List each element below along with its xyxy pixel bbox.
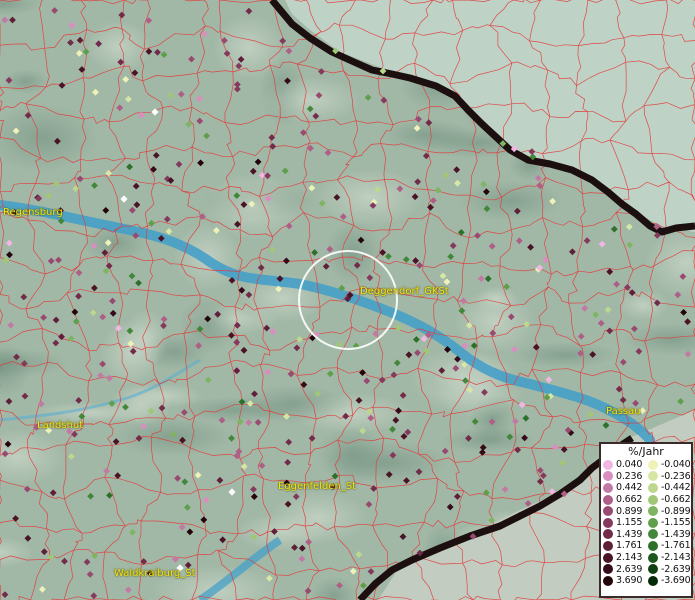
legend-entry: 2.143 — [601, 552, 646, 564]
legend-negative-column: -0.040 -0.236 -0.442 -0.662 -0.899 -1.155 -1.4… — [646, 459, 691, 587]
legend-value: -0.236 — [661, 470, 691, 482]
legend-swatch — [603, 517, 613, 528]
legend-value: 0.040 — [616, 459, 643, 471]
legend-value: -3.690 — [661, 575, 691, 587]
legend-entry: -2.639 — [646, 563, 691, 575]
legend-swatch — [648, 459, 658, 470]
city-label-regensburg[interactable]: Regensburg — [3, 207, 63, 218]
legend-entry: 0.899 — [601, 505, 646, 517]
terrain-shading — [86, 20, 151, 73]
city-label-deggendorf[interactable]: Deggendorf_GKSt — [360, 286, 449, 297]
legend-value: 3.690 — [616, 575, 643, 587]
terrain-shading — [213, 15, 285, 80]
legend-swatch — [603, 575, 613, 586]
legend-swatch — [603, 552, 613, 563]
legend-value: 1.155 — [616, 517, 643, 529]
legend-swatch — [648, 552, 658, 563]
legend-swatch — [648, 540, 658, 551]
legend-entry: 1.761 — [601, 540, 646, 552]
legend-entry: 2.639 — [601, 563, 646, 575]
legend-swatch — [603, 471, 613, 482]
terrain-shading — [204, 173, 304, 240]
legend-entry: 0.442 — [601, 482, 646, 494]
terrain-shading — [236, 513, 327, 551]
legend-unit: %/Jahr — [628, 445, 664, 458]
map-legend: %/Jahr 0.040 0.236 0.442 0.662 0.899 1.155 1.4… — [599, 442, 693, 598]
legend-swatch — [648, 575, 658, 586]
legend-value: -2.143 — [661, 552, 691, 564]
city-label-eggenfelden[interactable]: Eggenfelden_St — [278, 481, 356, 492]
legend-value: 0.236 — [616, 470, 643, 482]
legend-swatch — [603, 482, 613, 493]
legend-value: 2.143 — [616, 552, 643, 564]
legend-swatch — [603, 494, 613, 505]
terrain-shading — [175, 396, 295, 423]
legend-entry: -0.442 — [646, 482, 691, 494]
terrain-shading — [510, 341, 619, 369]
legend-value: 0.442 — [616, 482, 643, 494]
city-label-waldkraiburg[interactable]: Waldkraiburg_St — [114, 568, 196, 579]
map-base-layer — [0, 0, 695, 600]
legend-swatch — [648, 471, 658, 482]
legend-entry: -0.236 — [646, 471, 691, 483]
legend-swatch — [603, 540, 613, 551]
terrain-shading — [315, 425, 389, 484]
legend-swatch — [603, 564, 613, 575]
legend-entry: 0.236 — [601, 471, 646, 483]
legend-swatch — [648, 506, 658, 517]
legend-value: -1.439 — [661, 528, 691, 540]
terrain-shading — [617, 289, 669, 321]
legend-entry: -3.690 — [646, 575, 691, 587]
terrain-shading — [260, 76, 361, 123]
legend-value: 1.439 — [616, 528, 643, 540]
city-label-passau[interactable]: Passau — [606, 406, 641, 417]
terrain-shading — [458, 180, 564, 222]
map-canvas[interactable]: Regensburg Deggendorf_GKSt Landshut Pass… — [0, 0, 695, 600]
legend-value: -0.442 — [661, 482, 691, 494]
legend-swatch — [648, 482, 658, 493]
legend-swatch — [648, 529, 658, 540]
terrain-shading — [178, 296, 237, 354]
legend-value: -0.662 — [661, 494, 691, 506]
terrain-shading — [441, 427, 536, 453]
legend-value: 1.761 — [616, 540, 643, 552]
legend-value: 0.662 — [616, 494, 643, 506]
legend-entry: -1.439 — [646, 529, 691, 541]
legend-value: -1.155 — [661, 517, 691, 529]
legend-swatch — [648, 517, 658, 528]
terrain-shading — [316, 168, 425, 227]
legend-value: -0.040 — [661, 459, 691, 471]
city-label-landshut[interactable]: Landshut — [37, 420, 83, 431]
legend-entry: 3.690 — [601, 575, 646, 587]
legend-entry: -2.143 — [646, 552, 691, 564]
legend-swatch — [603, 459, 613, 470]
legend-value: -1.761 — [661, 540, 691, 552]
legend-value: 0.899 — [616, 505, 643, 517]
legend-swatch — [603, 529, 613, 540]
legend-entry: -0.899 — [646, 505, 691, 517]
legend-entry: 0.662 — [601, 494, 646, 506]
legend-entry: -1.761 — [646, 540, 691, 552]
legend-entry: -0.040 — [646, 459, 691, 471]
legend-swatch — [648, 564, 658, 575]
legend-value: -2.639 — [661, 563, 691, 575]
legend-entry: 0.040 — [601, 459, 646, 471]
legend-entry: 1.439 — [601, 529, 646, 541]
legend-value: 2.639 — [616, 563, 643, 575]
legend-swatch — [648, 494, 658, 505]
legend-swatch — [603, 506, 613, 517]
legend-entry: 1.155 — [601, 517, 646, 529]
legend-entry: -0.662 — [646, 494, 691, 506]
legend-entry: -1.155 — [646, 517, 691, 529]
legend-value: -0.899 — [661, 505, 691, 517]
legend-positive-column: 0.040 0.236 0.442 0.662 0.899 1.155 1.439 1.761… — [601, 459, 646, 587]
